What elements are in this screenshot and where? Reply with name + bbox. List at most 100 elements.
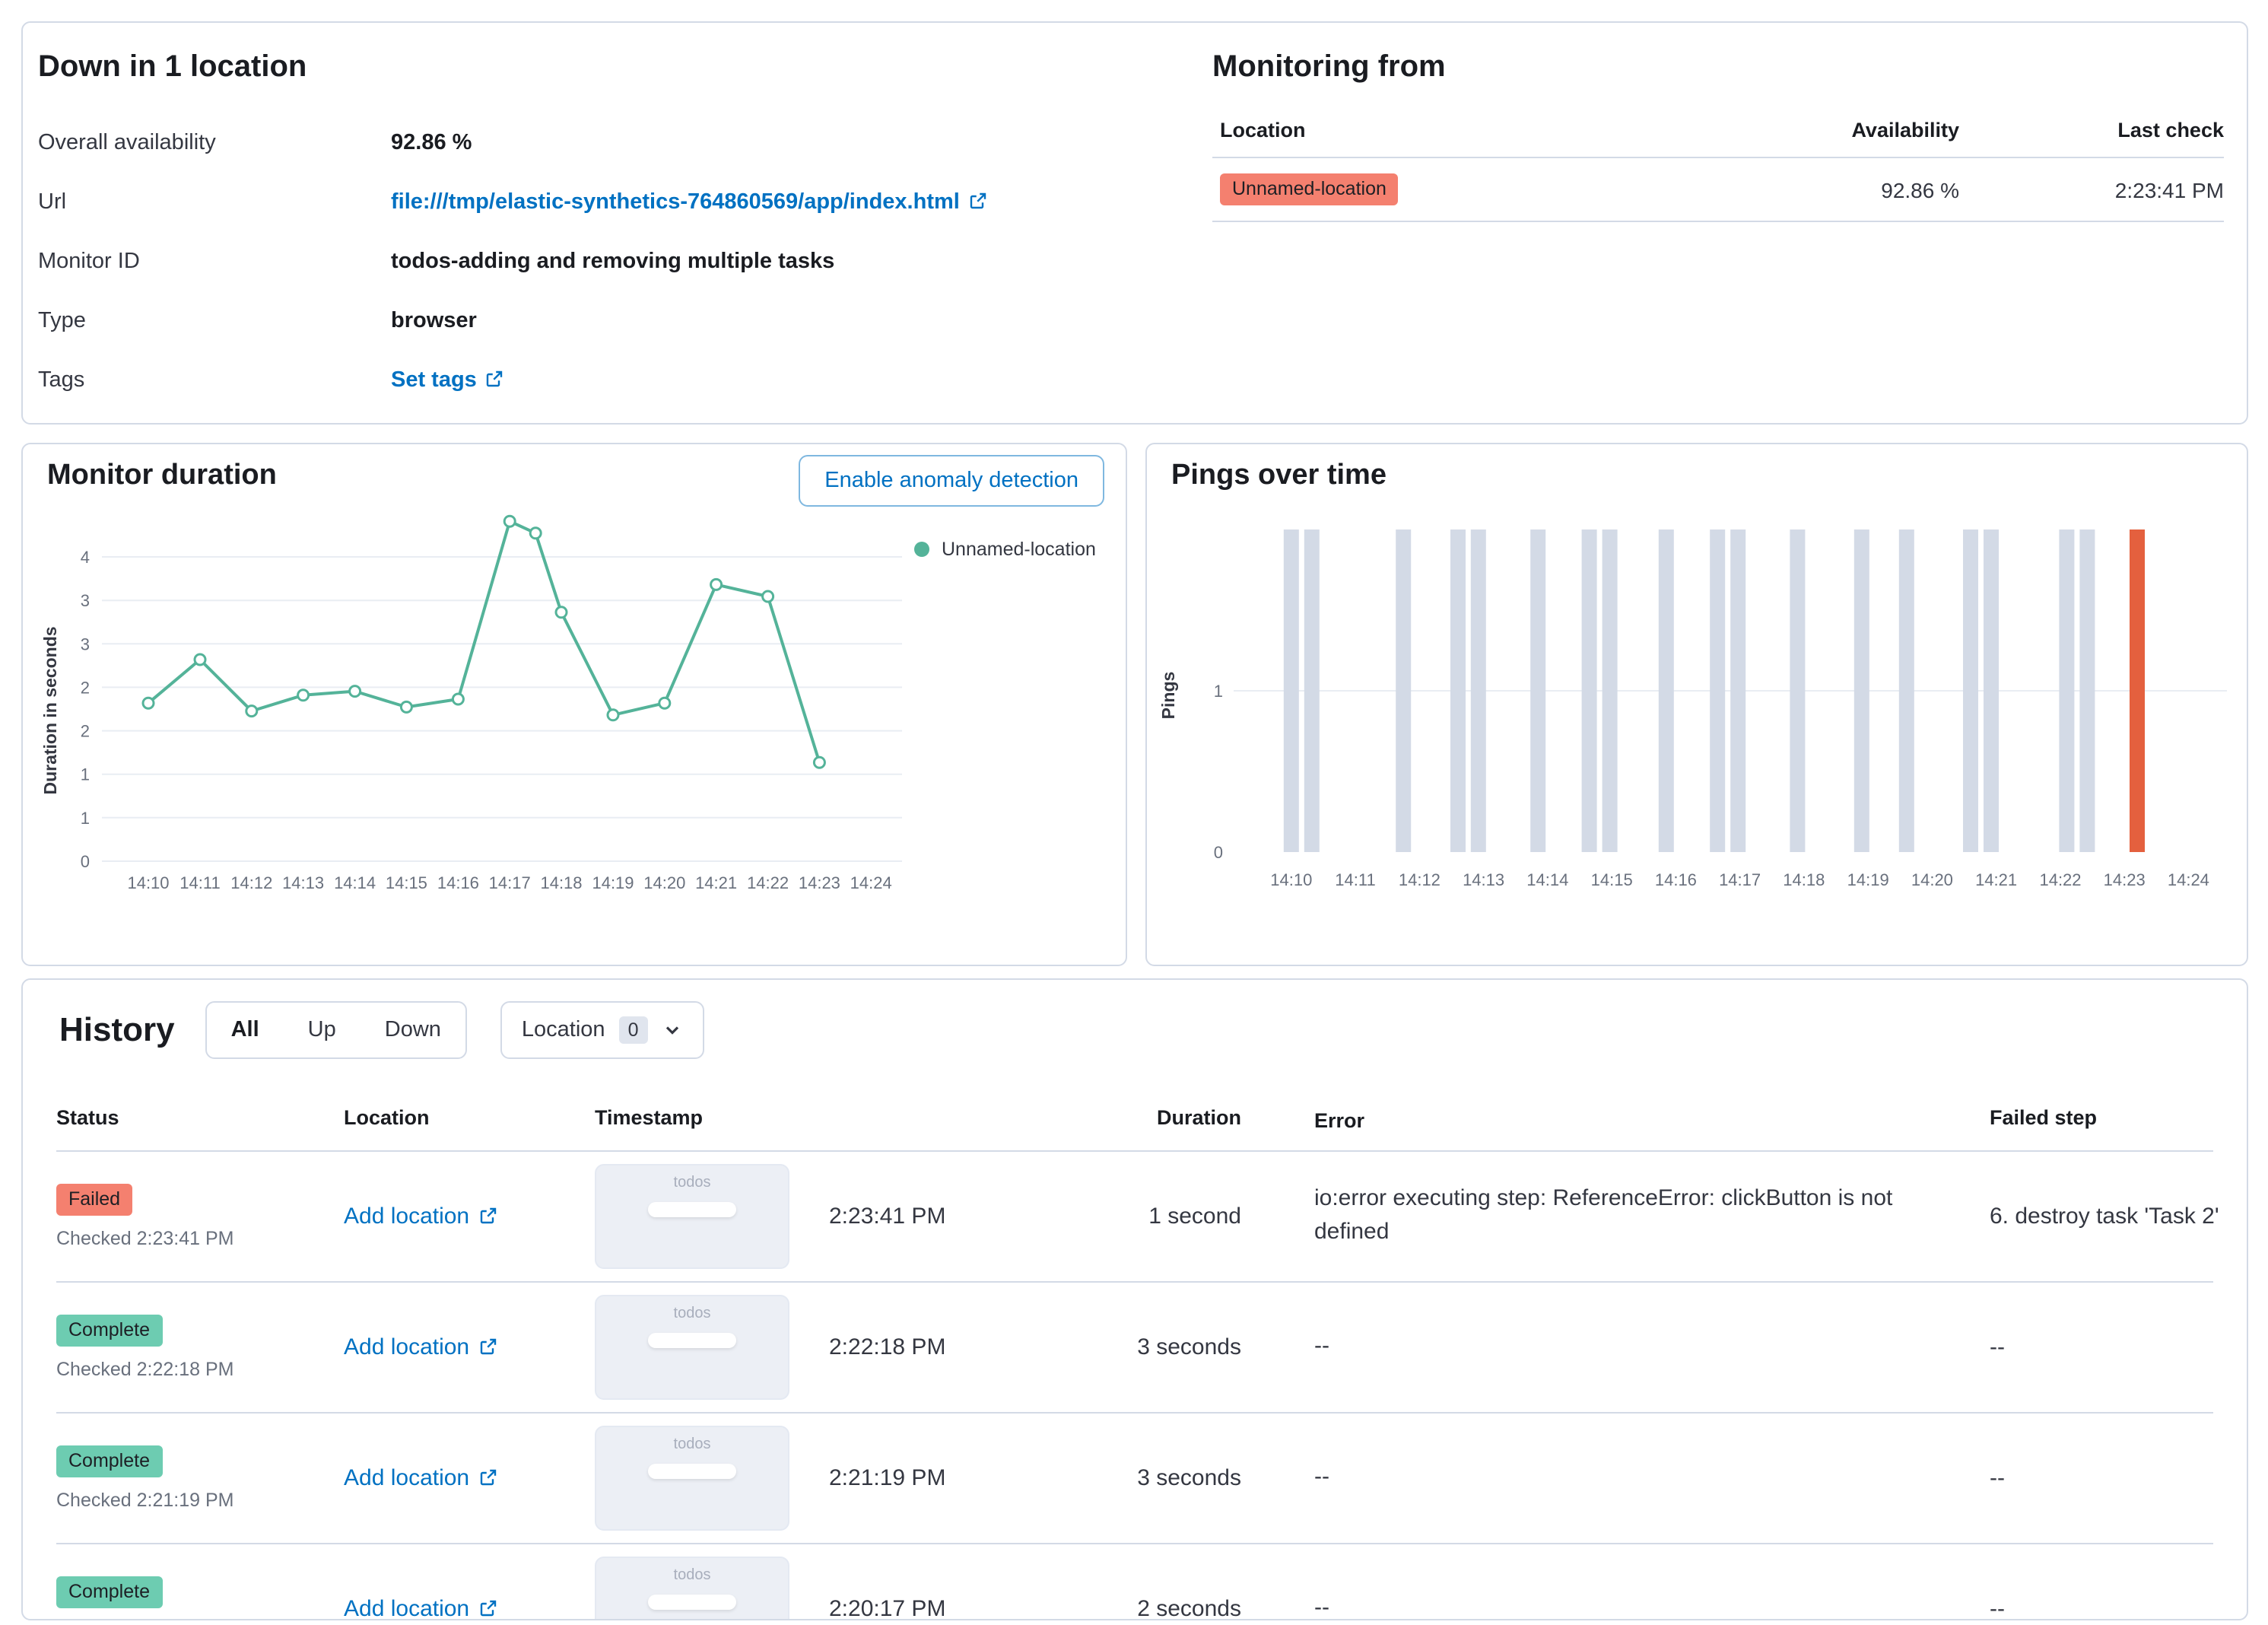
status-badge: Failed xyxy=(56,1183,133,1216)
location-filter-button[interactable]: Location 0 xyxy=(500,1001,704,1059)
ping-duration: 1 second xyxy=(1148,1203,1241,1229)
ping-duration: 2 seconds xyxy=(1137,1595,1241,1620)
add-location-link[interactable]: Add location xyxy=(344,1334,497,1359)
field-url: Url file:///tmp/elastic-synthetics-76486… xyxy=(38,172,1164,231)
field-monitor-id: Monitor ID todos-adding and removing mul… xyxy=(38,231,1164,291)
filter-all-button[interactable]: All xyxy=(207,1003,284,1057)
svg-text:14:17: 14:17 xyxy=(1719,870,1761,889)
add-location-link[interactable]: Add location xyxy=(344,1464,497,1490)
svg-text:14:19: 14:19 xyxy=(1847,870,1889,889)
svg-text:14:19: 14:19 xyxy=(592,873,634,892)
svg-text:14:23: 14:23 xyxy=(2104,870,2146,889)
filter-down-button[interactable]: Down xyxy=(361,1003,465,1057)
history-panel: History All Up Down Location 0 Status Lo… xyxy=(21,978,2248,1620)
chevron-down-icon xyxy=(665,1026,678,1035)
enable-anomaly-detection-button[interactable]: Enable anomaly detection xyxy=(799,455,1104,507)
table-row: Failed Checked 2:23:41 PM Add location t… xyxy=(56,1151,2219,1283)
svg-text:14:14: 14:14 xyxy=(1526,870,1568,889)
step-screenshot-thumbnail[interactable]: todos xyxy=(595,1425,789,1531)
svg-text:14:14: 14:14 xyxy=(334,873,376,892)
field-label: Tags xyxy=(38,367,85,392)
step-screenshot-thumbnail[interactable]: todos xyxy=(595,1294,789,1400)
ping-timestamp: 2:23:41 PM xyxy=(829,1203,946,1229)
last-check-cell: 2:23:41 PM xyxy=(2114,177,2224,202)
svg-text:2: 2 xyxy=(81,678,90,697)
field-label: Monitor ID xyxy=(38,249,140,273)
ping-error: -- xyxy=(1314,1333,1329,1359)
table-row: Complete Checked 2:21:19 PM Add location… xyxy=(56,1413,2213,1544)
step-screenshot-thumbnail[interactable]: todos xyxy=(595,1163,789,1269)
monitor-url-link[interactable]: file:///tmp/elastic-synthetics-764860569… xyxy=(391,189,987,214)
table-row: Unnamed-location 92.86 % 2:23:41 PM xyxy=(1212,158,2224,222)
thumbnail-app-title: todos xyxy=(673,1174,711,1191)
history-title: History xyxy=(59,1010,175,1048)
thumbnail-input-bar xyxy=(648,1332,736,1348)
svg-text:14:22: 14:22 xyxy=(2039,870,2081,889)
external-link-icon xyxy=(479,1599,496,1616)
monitor-type-value: browser xyxy=(391,308,477,332)
ping-duration: 3 seconds xyxy=(1137,1334,1241,1360)
svg-text:14:17: 14:17 xyxy=(489,873,531,892)
set-tags-link[interactable]: Set tags xyxy=(391,367,504,392)
svg-text:14:12: 14:12 xyxy=(230,873,272,892)
pings-over-time-title: Pings over time xyxy=(1171,460,1387,491)
column-header-timestamp: Timestamp xyxy=(595,1106,704,1129)
checked-time: Checked 2:21:19 PM xyxy=(56,1489,234,1511)
legend-label: Unnamed-location xyxy=(942,539,1096,560)
field-overall-availability: Overall availability 92.86 % xyxy=(38,113,1164,172)
location-filter-label: Location xyxy=(521,1018,605,1042)
filter-up-button[interactable]: Up xyxy=(284,1003,361,1057)
column-header-location: Location xyxy=(344,1106,430,1129)
failed-step: -- xyxy=(1990,1464,2005,1491)
monitor-duration-panel: Monitor duration Enable anomaly detectio… xyxy=(21,443,1127,966)
monitor-duration-chart[interactable]: 0 1 1 2 2 3 3 4 14:10 14:11 14:12 14:13 14:14 14:15 14… xyxy=(38,505,951,954)
svg-text:14:10: 14:10 xyxy=(1270,870,1312,889)
thumbnail-input-bar xyxy=(648,1594,736,1610)
add-location-link[interactable]: Add location xyxy=(344,1203,497,1229)
svg-text:0: 0 xyxy=(1214,843,1223,862)
status-badge: Complete xyxy=(56,1445,162,1477)
thumbnail-app-title: todos xyxy=(673,1436,711,1453)
thumbnail-input-bar xyxy=(648,1463,736,1479)
ping-error: -- xyxy=(1314,1464,1329,1490)
monitor-summary: Down in 1 location Overall availability … xyxy=(38,50,1164,409)
step-screenshot-thumbnail[interactable]: todos xyxy=(595,1556,789,1619)
svg-text:14:15: 14:15 xyxy=(386,873,427,892)
column-header-failed-step: Failed step xyxy=(1990,1106,2098,1129)
svg-text:14:16: 14:16 xyxy=(1655,870,1697,889)
ping-duration: 3 seconds xyxy=(1137,1464,1241,1491)
add-location-link[interactable]: Add location xyxy=(344,1595,497,1619)
column-header-duration: Duration xyxy=(1157,1106,1241,1129)
svg-text:3: 3 xyxy=(81,591,90,610)
field-type: Type browser xyxy=(38,291,1164,350)
svg-text:14:15: 14:15 xyxy=(1591,870,1633,889)
svg-text:14:18: 14:18 xyxy=(1783,870,1825,889)
svg-text:14:18: 14:18 xyxy=(540,873,582,892)
failed-step: -- xyxy=(1990,1334,2005,1360)
pings-over-time-chart[interactable]: 1 0 14:10 14:11 14:12 14:13 14:14 14:15 14:16 14:… xyxy=(1153,505,2236,946)
location-badge: Unnamed-location xyxy=(1220,173,1399,205)
column-header-availability: Availability xyxy=(1851,119,1959,142)
location-count-badge: 0 xyxy=(618,1016,648,1044)
ping-error: -- xyxy=(1314,1595,1329,1620)
svg-text:14:20: 14:20 xyxy=(643,873,685,892)
ping-timestamp: 2:21:19 PM xyxy=(829,1464,946,1491)
availability-cell: 92.86 % xyxy=(1881,177,1959,202)
svg-text:4: 4 xyxy=(81,548,90,567)
svg-text:14:20: 14:20 xyxy=(1911,870,1953,889)
add-location-text: Add location xyxy=(344,1464,470,1491)
monitor-url-text: file:///tmp/elastic-synthetics-764860569… xyxy=(391,189,960,214)
svg-text:0: 0 xyxy=(81,852,90,871)
status-badge: Complete xyxy=(56,1576,162,1608)
svg-text:3: 3 xyxy=(81,634,90,653)
field-label: Url xyxy=(38,189,67,214)
svg-text:14:12: 14:12 xyxy=(1399,870,1441,889)
status-badge: Complete xyxy=(56,1314,162,1347)
column-header-error: Error xyxy=(1314,1109,1365,1132)
svg-text:Pings: Pings xyxy=(1158,672,1178,720)
external-link-icon xyxy=(479,1337,496,1354)
failed-step: -- xyxy=(1990,1595,2005,1620)
ping-error: io:error executing step: ReferenceError:… xyxy=(1314,1185,1893,1245)
monitor-status-panel: Down in 1 location Overall availability … xyxy=(21,21,2248,425)
svg-text:14:11: 14:11 xyxy=(1335,870,1375,889)
